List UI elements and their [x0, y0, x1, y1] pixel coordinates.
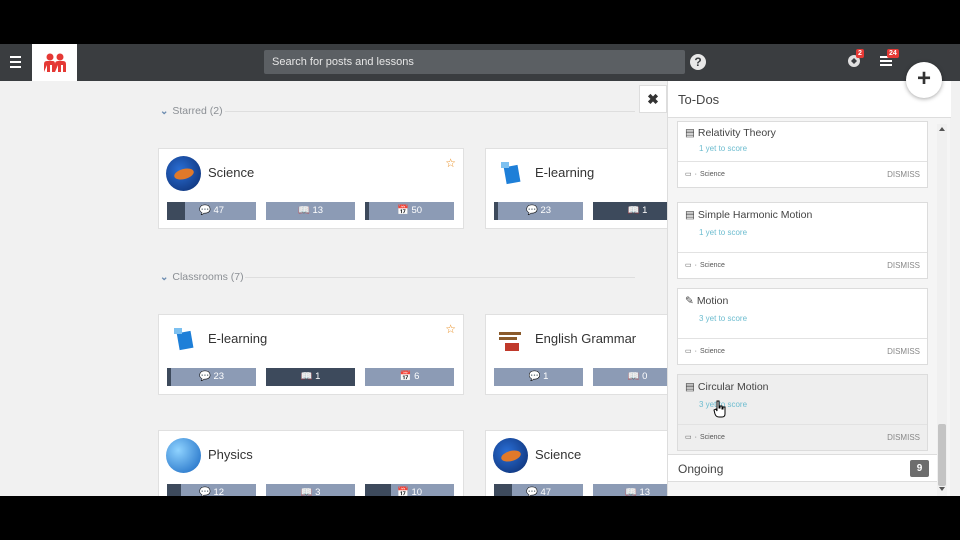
edit-icon: ✎ [685, 295, 694, 307]
classroom-card[interactable]: E-learning ☆ 💬 23 📖 1 📅 6 [158, 314, 464, 395]
notification-badge: 2 [856, 49, 864, 58]
todo-panel: To-Dos ▤ Relativity Theory 1 yet to score… [667, 81, 951, 496]
classroom-avatar [166, 322, 201, 357]
todo-item-title[interactable]: Circular Motion [698, 381, 769, 393]
todo-item-footer: ▭ · Science DISMISS [678, 252, 927, 278]
document-icon: ▤ [685, 127, 695, 139]
classroom-avatar [493, 438, 528, 473]
classroom-title: English Grammar [535, 331, 637, 346]
help-icon[interactable]: ? [690, 54, 706, 70]
todo-item-title[interactable]: Relativity Theory [698, 127, 776, 139]
hand-cursor-icon [713, 400, 727, 423]
class-icon: ▭ [685, 262, 692, 269]
lessons-stat[interactable]: 📖 1 [266, 368, 355, 386]
scroll-down-icon[interactable] [939, 487, 945, 491]
document-icon: ▤ [685, 381, 695, 393]
todos-badge: 24 [887, 49, 899, 58]
app-screen: Search for posts and lessons ? 2 24 ⌄ St… [0, 44, 960, 496]
class-icon: ▭ [685, 348, 692, 355]
todo-item[interactable]: ✎ Motion 3 yet to score ▭ · Science DISMIS… [677, 288, 928, 365]
classroom-title: E-learning [208, 331, 268, 346]
classroom-avatar [493, 156, 528, 191]
dismiss-button[interactable]: DISMISS [887, 347, 920, 356]
todo-item-footer: ▭ · Science DISMISS [678, 424, 927, 450]
posts-stat[interactable]: 💬 47 [494, 484, 583, 496]
chevron-down-icon: ⌄ [160, 271, 169, 283]
lessons-stat[interactable]: 📖 13 [266, 202, 355, 220]
dismiss-button[interactable]: DISMISS [887, 433, 920, 442]
star-icon[interactable]: ☆ [445, 322, 456, 336]
classroom-avatar [493, 322, 528, 357]
dismiss-button[interactable]: DISMISS [887, 261, 920, 270]
todo-item-status[interactable]: 1 yet to score [699, 228, 747, 237]
plus-icon[interactable]: + [906, 62, 942, 98]
scroll-thumb[interactable] [938, 424, 946, 486]
dismiss-button[interactable]: DISMISS [887, 170, 920, 179]
classrooms-label: Classrooms (7) [172, 271, 244, 283]
classroom-card[interactable]: Science ☆ 💬 47 📖 13 📅 50 [158, 148, 464, 229]
posts-stat[interactable]: 💬 12 [167, 484, 256, 496]
events-stat[interactable]: 📅 10 [365, 484, 454, 496]
posts-stat[interactable]: 💬 23 [167, 368, 256, 386]
todo-item-status[interactable]: 3 yet to score [699, 314, 747, 323]
todo-item[interactable]: ▤ Simple Harmonic Motion 1 yet to score ▭… [677, 202, 928, 279]
classroom-title: Science [208, 165, 255, 180]
todo-item-footer: ▭ · Science DISMISS [678, 161, 927, 187]
top-bar: Search for posts and lessons ? 2 24 [0, 44, 960, 81]
classroom-avatar [166, 438, 201, 473]
events-stat[interactable]: 📅 6 [365, 368, 454, 386]
events-stat[interactable]: 📅 50 [365, 202, 454, 220]
posts-stat[interactable]: 💬 1 [494, 368, 583, 386]
document-icon: ▤ [685, 209, 695, 221]
divider [245, 277, 635, 278]
logo-icon[interactable] [32, 44, 77, 81]
ongoing-count-badge: 9 [910, 460, 929, 477]
search-input[interactable]: Search for posts and lessons [264, 50, 685, 74]
todo-item-footer: ▭ · Science DISMISS [678, 338, 927, 364]
notification-icon[interactable]: 2 [846, 49, 864, 70]
star-icon[interactable]: ☆ [445, 156, 456, 170]
classroom-title: E-learning [535, 165, 595, 180]
todo-scrollbar[interactable] [937, 124, 947, 496]
chevron-down-icon: ⌄ [160, 105, 169, 117]
classroom-title: Physics [208, 447, 253, 462]
scroll-up-icon[interactable] [939, 127, 945, 131]
starred-label: Starred (2) [172, 105, 223, 117]
ongoing-section[interactable]: Ongoing 9 [668, 454, 939, 482]
classroom-title: Science [535, 447, 582, 462]
divider [225, 111, 635, 112]
starred-section-header[interactable]: ⌄ Starred (2) [160, 105, 223, 117]
todo-item[interactable]: ▤ Relativity Theory 1 yet to score ▭ · Sci… [677, 121, 928, 188]
todo-item-title[interactable]: Simple Harmonic Motion [698, 209, 812, 221]
lessons-stat[interactable]: 📖 3 [266, 484, 355, 496]
class-icon: ▭ [685, 171, 692, 178]
ongoing-label: Ongoing [678, 462, 724, 476]
todo-item-status[interactable]: 1 yet to score [699, 144, 747, 153]
classrooms-section-header[interactable]: ⌄ Classrooms (7) [160, 271, 244, 283]
posts-stat[interactable]: 💬 47 [167, 202, 256, 220]
hamburger-icon[interactable] [6, 54, 24, 70]
classroom-card[interactable]: Physics 💬 12 📖 3 📅 10 [158, 430, 464, 496]
posts-stat[interactable]: 💬 23 [494, 202, 583, 220]
todo-item-title[interactable]: Motion [697, 295, 729, 307]
class-icon: ▭ [685, 434, 692, 441]
close-icon[interactable]: ✖ [639, 85, 667, 113]
list-icon[interactable]: 24 [878, 49, 899, 70]
classroom-avatar [166, 156, 201, 191]
